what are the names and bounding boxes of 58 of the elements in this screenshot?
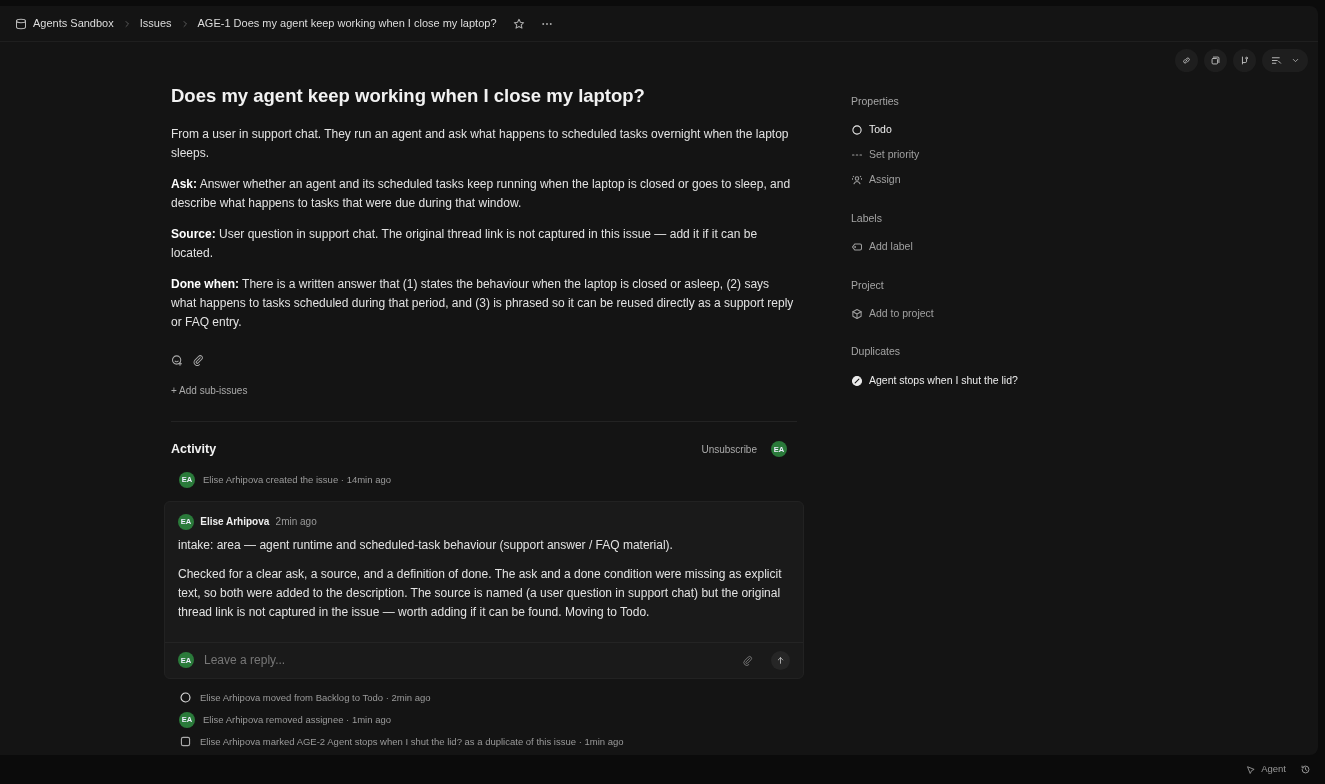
branch-icon [1239, 55, 1250, 66]
activity-event: Elise Arhipova created the issue · 14min ago [203, 472, 391, 487]
sidebar-item[interactable]: Add label [851, 234, 913, 260]
sidebar-item[interactable]: Agent stops when I shut the lid? [851, 368, 1018, 393]
activity-event: Elise Arhipova removed assignee · 1min ago [203, 712, 391, 727]
sidebar-item[interactable]: Add to project [851, 301, 934, 327]
person-icon [851, 174, 863, 187]
database-icon [15, 17, 27, 30]
emoji-add-icon[interactable] [171, 354, 183, 367]
toolbar-button[interactable] [1233, 49, 1256, 72]
comment-time: 2min ago [275, 515, 317, 530]
issue-description-paragraph: Ask: Answer whether an agent and its scheduled tasks keep running when the laptop is closed or goes to sleep, and describe what happens to tasks that were due during that window. [171, 176, 792, 213]
tag-icon [851, 241, 863, 253]
activity-event: Elise Arhipova moved from Backlog to Todo · 2min ago [200, 690, 431, 705]
breadcrumb-link[interactable]: Agents Sandbox [33, 15, 114, 32]
toolbar-button[interactable] [1175, 49, 1198, 72]
copy-icon [1210, 55, 1221, 66]
sidebar-heading: Duplicates [851, 344, 902, 360]
comment-author: Elise Arhipova [200, 515, 270, 530]
chevron-down-icon [1290, 56, 1300, 65]
chevron-right-icon [122, 19, 131, 28]
reply-field[interactable]: Leave a reply... [202, 650, 734, 671]
sidebar-item[interactable]: Assign [851, 167, 901, 193]
circle-icon [851, 124, 863, 137]
agent-button[interactable]: Agent [1246, 762, 1286, 777]
comment-text: intake: area — agent runtime and scheduled-task behaviour (support answer / FAQ material). [178, 536, 674, 554]
link-icon [1181, 55, 1192, 66]
unsubscribe-button[interactable]: Unsubscribe [701, 441, 757, 457]
attachment-icon[interactable] [742, 654, 753, 666]
history-icon[interactable] [1300, 764, 1311, 775]
star-icon[interactable] [512, 17, 525, 30]
circle-icon [179, 691, 192, 705]
issue-description-paragraph: From a user in support chat. They run an agent and ask what happens to scheduled tasks overnight when the laptop sleeps. [171, 126, 790, 163]
breadcrumb-link[interactable]: AGE-1 Does my agent keep working when I close my laptop? [197, 15, 497, 32]
view-options-button[interactable] [1262, 49, 1308, 72]
comment-text: Checked for a clear ask, a source, and a definition of done. The ask and a done condition were missing as explicit text, so both were added to the description. The source is named (a user question in support chat) but the original thread link is not captured in the issue — worth adding if it can be found. Moving to Todo. [178, 565, 783, 621]
send-button[interactable] [771, 650, 790, 670]
issue-title: Does my agent keep working when I close my laptop? [171, 85, 646, 108]
toolbar-button[interactable] [1204, 49, 1227, 72]
add-sub-issues-button[interactable]: + Add sub-issues [171, 383, 248, 399]
breadcrumb-link[interactable]: Issues [139, 15, 172, 32]
cursor-icon [1246, 764, 1257, 775]
cube-icon [851, 307, 863, 320]
sidebar-heading: Project [851, 277, 885, 293]
list-filter-icon [1270, 55, 1282, 66]
arrow-up-icon [776, 655, 785, 665]
issue-description-paragraph: Source: User question in support chat. The original thread link is not captured in this issue — add it if it can be located. [171, 226, 759, 263]
cancelled-icon [851, 374, 863, 387]
square-icon [179, 735, 192, 749]
issue-description-paragraph: Done when: There is a written answer that (1) states the behaviour when the laptop is closed or asleep, (2) says what happens to tasks scheduled during that period, and (3) is phrased so it can be reused directly as a support reply or FAQ entry. [171, 276, 795, 332]
activity-heading: Activity [171, 440, 217, 458]
sidebar-heading: Labels [851, 210, 883, 226]
sidebar-item[interactable]: Set priority [851, 142, 920, 168]
attachment-icon[interactable] [192, 354, 204, 367]
sidebar-heading: Properties [851, 94, 900, 109]
chevron-right-icon [180, 19, 189, 28]
activity-event: Elise Arhipova marked AGE-2 Agent stops when I shut the lid? as a duplicate of this issue · 1min ago [200, 734, 624, 749]
sidebar-item[interactable]: Todo [851, 117, 892, 143]
